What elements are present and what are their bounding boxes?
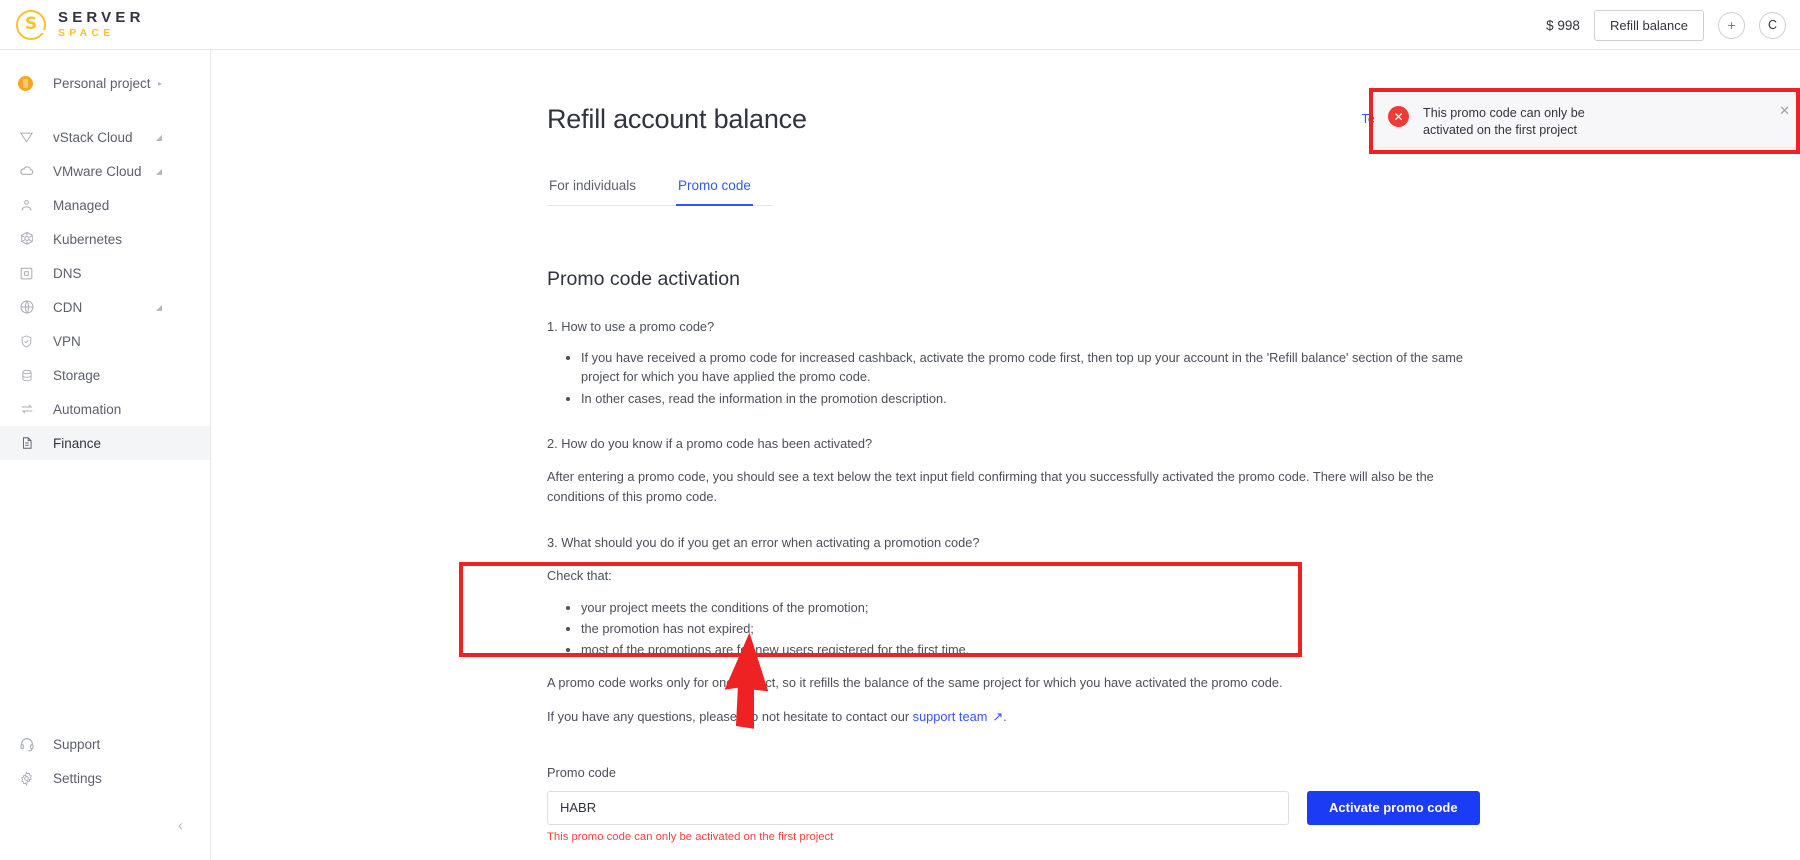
finance-icon <box>18 435 35 452</box>
sidebar-item-label: Managed <box>53 197 110 213</box>
sidebar-item-kubernetes[interactable]: Kubernetes <box>0 222 210 256</box>
kubernetes-icon <box>18 231 35 248</box>
section-title: Promo code activation <box>547 268 740 290</box>
sidebar-item-label: Finance <box>53 435 102 451</box>
tab-bar: For individuals Promo code <box>547 172 773 206</box>
automation-icon <box>18 401 35 418</box>
top-bar: S SERVER SPACE $ 998 Refill balance + C <box>0 0 1800 50</box>
one-project-note: A promo code works only for one project,… <box>547 675 1283 691</box>
cloud-icon <box>18 163 35 180</box>
sidebar-item-support[interactable]: Support <box>0 727 211 761</box>
sidebar-item-settings[interactable]: Settings <box>0 761 211 795</box>
sidebar-item-label: Personal project <box>53 75 151 91</box>
list-item: most of the promotions are for new users… <box>581 640 1477 659</box>
contact-suffix: . <box>1003 709 1007 724</box>
check-bullets: your project meets the conditions of the… <box>547 598 1477 660</box>
vpn-icon <box>18 333 35 350</box>
contact-support-paragraph: If you have any questions, please, do no… <box>547 707 1477 727</box>
sidebar-item-dns[interactable]: DNS <box>0 256 210 290</box>
account-balance: $ 998 <box>1546 17 1580 33</box>
top-bar-actions: $ 998 Refill balance + C <box>1546 0 1786 50</box>
page-title: Refill account balance <box>547 104 807 134</box>
brand-logo-text: SERVER SPACE <box>58 10 145 39</box>
promo-code-field-group: This promo code can only be activated on… <box>547 790 1289 843</box>
serverspace-logo-icon: S <box>16 9 46 40</box>
sidebar-item-automation[interactable]: Automation <box>0 392 210 426</box>
add-button[interactable]: + <box>1718 11 1745 39</box>
promo-code-error: This promo code can only be activated on… <box>547 830 834 843</box>
cdn-icon <box>18 299 35 316</box>
list-item: In other cases, read the information in … <box>581 389 1477 408</box>
tab-for-individuals[interactable]: For individuals <box>547 172 638 206</box>
promo-code-form: Promo code This promo code can only be a… <box>547 751 1480 860</box>
app-root: S SERVER SPACE $ 998 Refill balance + C … <box>0 0 1800 860</box>
chevron-left-icon: ‹ <box>178 817 183 834</box>
question-2-answer: After entering a promo code, you should … <box>547 468 1434 504</box>
question-3: 3. What should you do if you get an erro… <box>547 534 980 550</box>
sidebar-item-managed[interactable]: Managed <box>0 188 210 222</box>
sidebar-item-label: Automation <box>53 401 122 417</box>
error-circle-icon: ✕ <box>1388 106 1409 127</box>
sidebar-item-personal-project[interactable]: Personal project ▸ <box>0 64 210 102</box>
sidebar-item-vmware-cloud[interactable]: VMware Cloud ◢ <box>0 154 210 188</box>
sidebar-item-finance[interactable]: Finance <box>0 426 210 460</box>
sidebar-item-vpn[interactable]: VPN <box>0 324 210 358</box>
dns-icon <box>18 265 35 282</box>
support-team-link[interactable]: support team <box>913 709 988 724</box>
annotation-arrow-icon <box>725 632 769 729</box>
sidebar: Personal project ▸ vStack Cloud ◢ VMware… <box>0 50 211 860</box>
close-icon[interactable]: ✕ <box>1779 103 1790 119</box>
headset-icon <box>18 736 35 753</box>
question-1: 1. How to use a promo code? <box>547 319 715 334</box>
sidebar-item-label: CDN <box>53 299 83 315</box>
tab-promo-code[interactable]: Promo code <box>676 172 753 206</box>
sidebar-item-label: VPN <box>53 333 81 349</box>
storage-icon <box>18 367 35 384</box>
sidebar-item-label: VMware Cloud <box>53 163 142 179</box>
sidebar-item-label: Settings <box>53 770 102 786</box>
chevron-right-icon: ▸ <box>157 78 162 88</box>
external-link-icon: ↗ <box>992 709 1004 724</box>
check-that-label: Check that: <box>547 567 612 583</box>
brand-logo[interactable]: S SERVER SPACE <box>16 9 145 40</box>
vstack-icon <box>18 129 35 146</box>
list-item: If you have received a promo code for in… <box>581 348 1477 386</box>
expand-corner-icon: ◢ <box>155 166 162 176</box>
brand-logo-bottom: SPACE <box>58 26 115 39</box>
error-toast: ✕ This promo code can only be activated … <box>1375 94 1800 148</box>
question-2: 2. How do you know if a promo code has b… <box>547 435 873 451</box>
main-content: Refill account balance Terms of payment↗… <box>211 50 1800 860</box>
list-item: your project meets the conditions of the… <box>581 598 1477 617</box>
expand-corner-icon: ◢ <box>155 132 162 142</box>
sidebar-collapse-button[interactable]: ‹ <box>0 795 211 860</box>
list-item: the promotion has not expired; <box>581 619 1477 638</box>
refill-balance-button[interactable]: Refill balance <box>1593 9 1704 41</box>
promo-code-input[interactable] <box>547 790 1289 825</box>
sidebar-item-storage[interactable]: Storage <box>0 358 210 392</box>
project-avatar-icon <box>18 75 33 91</box>
question-1-bullets: If you have received a promo code for in… <box>547 348 1477 408</box>
brand-logo-top: SERVER <box>58 9 145 27</box>
promo-code-row: This promo code can only be activated on… <box>547 790 1480 843</box>
error-toast-message: This promo code can only be activated on… <box>1423 106 1585 138</box>
avatar[interactable]: C <box>1759 11 1786 39</box>
sidebar-item-label: Kubernetes <box>53 231 123 247</box>
sidebar-item-label: Support <box>53 736 101 752</box>
expand-corner-icon: ◢ <box>155 302 162 312</box>
content-column: Refill account balance Terms of payment↗… <box>547 50 1480 860</box>
sidebar-item-label: vStack Cloud <box>53 129 133 145</box>
sidebar-item-vstack-cloud[interactable]: vStack Cloud ◢ <box>0 120 210 154</box>
sidebar-item-cdn[interactable]: CDN ◢ <box>0 290 210 324</box>
sidebar-item-label: Storage <box>53 367 101 383</box>
gear-icon <box>18 770 35 787</box>
activate-promo-code-button[interactable]: Activate promo code <box>1307 790 1480 825</box>
sidebar-bottom: Support Settings ‹ <box>0 727 211 860</box>
managed-icon <box>18 197 35 214</box>
promo-code-label: Promo code <box>547 764 616 780</box>
sidebar-item-label: DNS <box>53 265 82 281</box>
